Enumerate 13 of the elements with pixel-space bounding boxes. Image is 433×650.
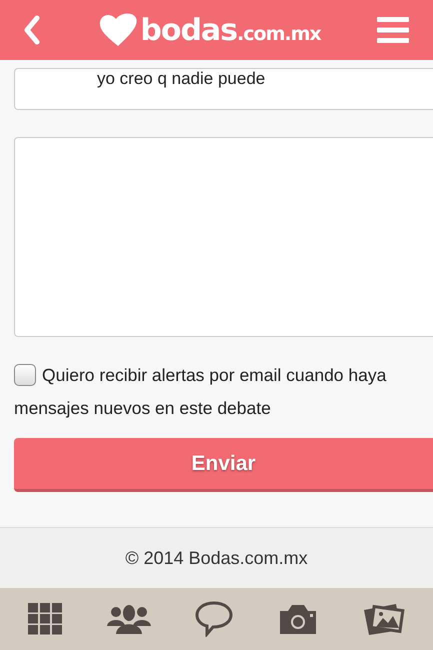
photos-icon[interactable] [362, 602, 405, 636]
copyright-text: © 2014 Bodas.com.mx [125, 548, 308, 568]
back-icon[interactable] [22, 15, 42, 45]
checkbox[interactable] [14, 364, 36, 386]
people-icon[interactable] [106, 604, 151, 634]
grid-icon[interactable] [28, 603, 62, 635]
alerts-option[interactable]: Quiero recibir alertas por email cuando haya mensajes nuevos en este debate [14, 359, 433, 425]
camera-icon[interactable] [278, 603, 318, 635]
reply-field[interactable] [14, 137, 433, 337]
message-field[interactable]: yo creo q nadie puede [14, 68, 433, 110]
speech-bubble-icon[interactable] [195, 601, 234, 637]
menu-icon[interactable] [377, 17, 409, 43]
heart-icon [98, 12, 138, 48]
